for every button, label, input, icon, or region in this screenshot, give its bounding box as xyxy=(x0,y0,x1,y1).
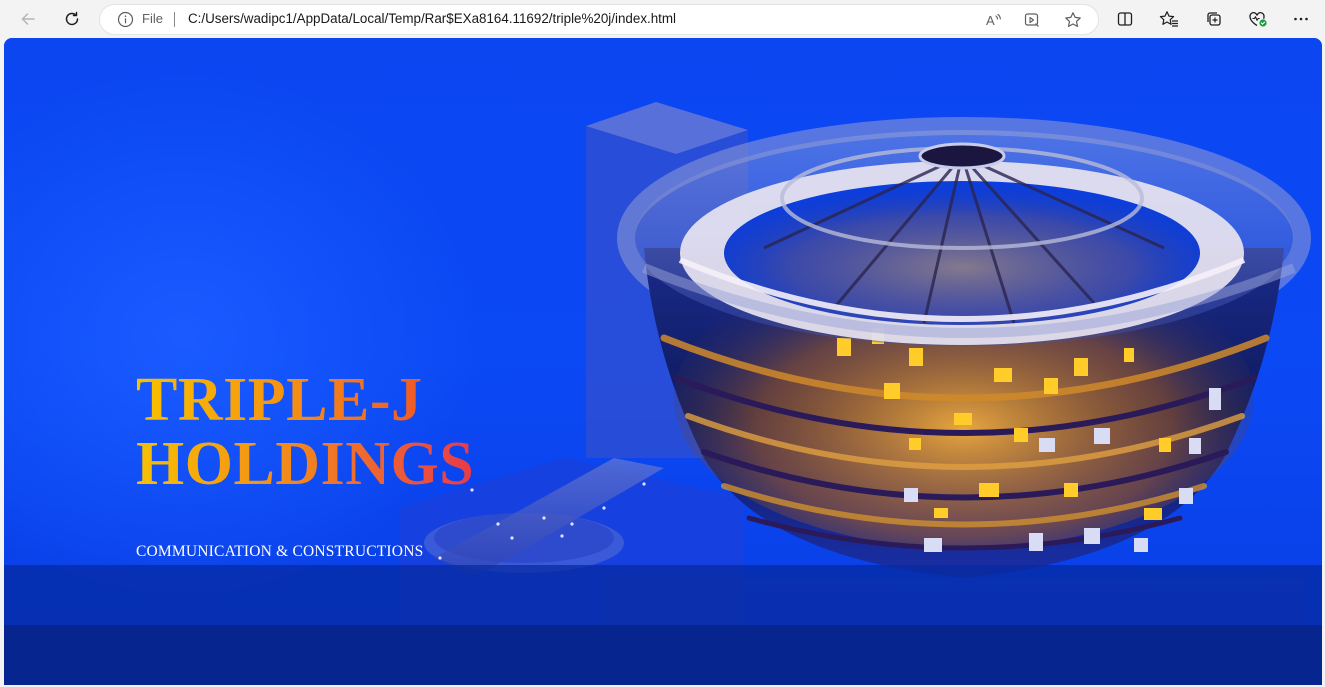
browser-essentials-button[interactable] xyxy=(1244,5,1272,33)
brand-tagline: COMMUNICATION & CONSTRUCTIONS xyxy=(136,543,424,560)
url-text[interactable]: C:/Users/wadipc1/AppData/Local/Temp/Rar$… xyxy=(188,11,676,26)
hero-section: TRIPLE-J HOLDINGS COMMUNICATION & CONSTR… xyxy=(4,38,1322,625)
brand-title-line2: HOLDINGS xyxy=(136,430,475,498)
app-available-icon[interactable] xyxy=(1021,9,1043,31)
more-icon xyxy=(1294,17,1308,21)
svg-text:A: A xyxy=(986,13,995,28)
favorite-star-icon[interactable] xyxy=(1062,9,1084,31)
back-button[interactable] xyxy=(14,5,42,33)
building-illustration xyxy=(399,102,1311,625)
collections-icon xyxy=(1207,12,1221,26)
read-aloud-icon[interactable]: A xyxy=(982,9,1004,31)
refresh-button[interactable] xyxy=(58,5,86,33)
favorites-button[interactable] xyxy=(1155,5,1183,33)
browser-toolbar: File C:/Users/wadipc1/AppData/Local/Temp… xyxy=(0,0,1325,38)
browser-essentials-icon xyxy=(1249,12,1267,27)
brand-title-line1: TRIPLE-J xyxy=(136,366,423,434)
address-divider xyxy=(174,12,175,27)
hero-bottom-band xyxy=(4,565,1322,625)
footer-strip xyxy=(4,625,1322,685)
split-screen-icon xyxy=(1117,12,1133,26)
favorites-icon xyxy=(1159,11,1178,27)
info-icon[interactable] xyxy=(117,11,134,32)
collections-button[interactable] xyxy=(1200,5,1228,33)
split-screen-button[interactable] xyxy=(1111,5,1139,33)
address-bar[interactable]: File C:/Users/wadipc1/AppData/Local/Temp… xyxy=(100,5,1098,34)
back-icon xyxy=(21,13,35,25)
address-scheme-label: File xyxy=(142,11,163,26)
more-button[interactable] xyxy=(1287,5,1315,33)
refresh-icon xyxy=(65,11,79,26)
page-viewport: TRIPLE-J HOLDINGS COMMUNICATION & CONSTR… xyxy=(4,38,1322,685)
